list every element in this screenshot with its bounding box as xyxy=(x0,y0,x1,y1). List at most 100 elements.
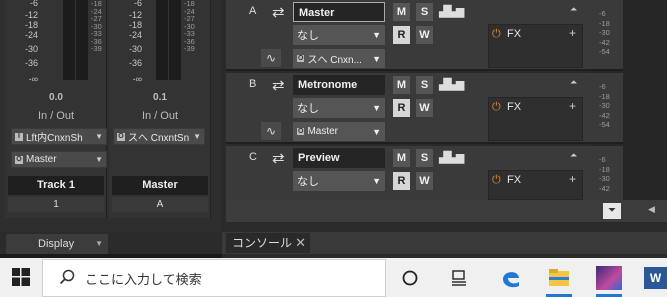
add-fx-icon[interactable]: + xyxy=(569,99,576,113)
track-row-preview[interactable]: C ⇄ Preview M S ▟▙▆ なし ▼ R W ⏻ FX + ⏶ -6… xyxy=(226,146,623,200)
search-box[interactable]: ここに入力して検索 xyxy=(42,259,386,297)
solo-button[interactable]: S xyxy=(416,149,433,167)
output-select[interactable]: O Master ▼ xyxy=(11,151,107,168)
fx-rack[interactable]: ⏻ FX + xyxy=(488,24,583,68)
fx-rack[interactable]: ⏻ FX + xyxy=(488,170,583,200)
collapse-icon[interactable]: ⏶ xyxy=(570,77,577,88)
strip-number: 1 xyxy=(8,197,104,212)
windows-icon[interactable] xyxy=(12,268,30,286)
level-meter[interactable] xyxy=(76,0,88,80)
chevron-down-icon: ▼ xyxy=(95,155,103,164)
search-icon xyxy=(59,269,75,288)
add-fx-icon[interactable]: + xyxy=(569,26,576,40)
chevron-down-icon: ▼ xyxy=(372,103,381,113)
power-icon[interactable]: ⏻ xyxy=(492,28,501,41)
power-icon[interactable]: ⏻ xyxy=(492,174,501,187)
chevron-down-icon: ▼ xyxy=(193,132,201,141)
track-letter: B xyxy=(249,78,257,90)
level-meter[interactable] xyxy=(169,0,181,80)
strip-name[interactable]: Track 1 xyxy=(8,176,104,195)
input-select[interactable]: なし ▼ xyxy=(293,98,385,118)
power-icon[interactable]: ⏻ xyxy=(492,101,501,114)
mute-button[interactable]: M xyxy=(393,149,410,167)
cortana-icon[interactable] xyxy=(402,270,418,286)
fx-label: FX xyxy=(507,174,522,186)
display-dropdown[interactable]: Display ▼ xyxy=(6,234,108,254)
input-select[interactable]: なし ▼ xyxy=(293,25,385,45)
fader-scale: -6 -12 -18 -24 -30 -36 -∞ xyxy=(128,0,142,84)
solo-button[interactable]: S xyxy=(416,76,433,94)
collapse-icon[interactable]: ⏶ xyxy=(570,4,577,15)
scroll-down-button[interactable]: ⏷ xyxy=(603,203,621,219)
track-letter: A xyxy=(249,5,257,17)
level-meter[interactable] xyxy=(63,0,75,80)
output-select[interactable]: O スへ Cnxn... ▼ xyxy=(293,49,385,68)
routing-icon[interactable]: ⇄ xyxy=(272,3,285,21)
level-readout: 0.1 xyxy=(153,92,167,103)
output-tag: O xyxy=(297,55,305,62)
track-row-master[interactable]: A ⇄ Master M S ▟▙▆ なし ▼ R W ∿ O スへ Cnxn.… xyxy=(226,0,623,71)
track-meter-scale: -6 -18 -30 -42 -54 xyxy=(599,9,610,56)
mute-button[interactable]: M xyxy=(393,76,410,94)
waveform-icon[interactable]: ▟▙▆ xyxy=(439,5,464,18)
chevron-down-icon: ▼ xyxy=(372,126,381,137)
file-explorer-icon[interactable] xyxy=(548,268,570,288)
chevron-down-icon: ▼ xyxy=(372,53,381,64)
track-meter-scale: -6 -18 -30 -42 xyxy=(599,155,610,193)
word-icon[interactable]: W xyxy=(644,267,667,289)
meter-scale: -18 -24 -27 -30 -33 -36 -39 xyxy=(184,0,195,53)
write-button[interactable]: W xyxy=(416,99,433,117)
close-icon[interactable]: ✕ xyxy=(295,233,306,253)
fader-scale: -6 -12 -18 -24 -30 -36 -∞ xyxy=(24,0,38,84)
output-tag: O xyxy=(117,132,125,141)
routing-icon[interactable]: ⇄ xyxy=(272,76,285,94)
chevron-down-icon: ▼ xyxy=(372,30,381,40)
level-readout: 0.0 xyxy=(49,92,63,103)
in-out-label: In / Out xyxy=(141,110,179,122)
in-out-label: In / Out xyxy=(37,110,75,122)
mute-button[interactable]: M xyxy=(393,3,410,21)
chevron-down-icon: ▼ xyxy=(95,239,103,248)
output-tag: O xyxy=(15,155,23,164)
track-name[interactable]: Preview xyxy=(293,148,385,168)
task-view-icon[interactable] xyxy=(450,269,468,287)
track-row-metronome[interactable]: B ⇄ Metronome M S ▟▙▆ なし ▼ R W ∿ O Maste… xyxy=(226,73,623,144)
level-meter[interactable] xyxy=(156,0,168,80)
track-name[interactable]: Master xyxy=(293,2,385,22)
solo-button[interactable]: S xyxy=(416,3,433,21)
scroll-left-icon[interactable]: ◀ xyxy=(648,204,655,215)
track-meter-scale: -6 -18 -30 -42 -54 xyxy=(599,82,610,129)
add-fx-icon[interactable]: + xyxy=(569,172,576,186)
track-letter: C xyxy=(249,151,257,163)
automation-icon[interactable]: ∿ xyxy=(261,122,281,140)
record-arm-button[interactable]: R xyxy=(393,99,410,117)
chevron-down-icon: ▼ xyxy=(95,132,103,141)
photo-app-icon[interactable] xyxy=(596,266,622,290)
input-select[interactable]: なし ▼ xyxy=(293,171,385,191)
fx-label: FX xyxy=(507,101,522,113)
meter-scale: -18 -24 -27 -30 -33 -36 -39 xyxy=(91,0,102,53)
record-arm-button[interactable]: R xyxy=(393,26,410,44)
fx-label: FX xyxy=(507,28,522,40)
output-select[interactable]: O Master ▼ xyxy=(293,122,385,141)
input-select[interactable]: I Lft内CnxnSh ▼ xyxy=(11,128,107,145)
write-button[interactable]: W xyxy=(416,172,433,190)
record-arm-button[interactable]: R xyxy=(393,172,410,190)
waveform-icon[interactable]: ▟▙▆ xyxy=(439,78,464,91)
input-tag: I xyxy=(15,132,23,141)
output-tag: O xyxy=(297,128,305,135)
tab-console[interactable]: コンソール ✕ xyxy=(226,233,310,253)
chevron-down-icon: ▼ xyxy=(372,176,381,186)
fx-rack[interactable]: ⏻ FX + xyxy=(488,97,583,141)
track-name[interactable]: Metronome xyxy=(293,75,385,95)
strip-name[interactable]: Master xyxy=(112,176,208,195)
search-input: ここに入力して検索 xyxy=(85,271,202,287)
output-select[interactable]: O スへ CnxntSn ▼ xyxy=(113,128,205,145)
edge-icon[interactable] xyxy=(500,267,522,289)
strip-number: A xyxy=(112,197,208,212)
collapse-icon[interactable]: ⏶ xyxy=(570,150,577,161)
routing-icon[interactable]: ⇄ xyxy=(272,149,285,167)
waveform-icon[interactable]: ▟▙▆ xyxy=(439,151,464,164)
write-button[interactable]: W xyxy=(416,26,433,44)
automation-icon[interactable]: ∿ xyxy=(261,49,281,67)
